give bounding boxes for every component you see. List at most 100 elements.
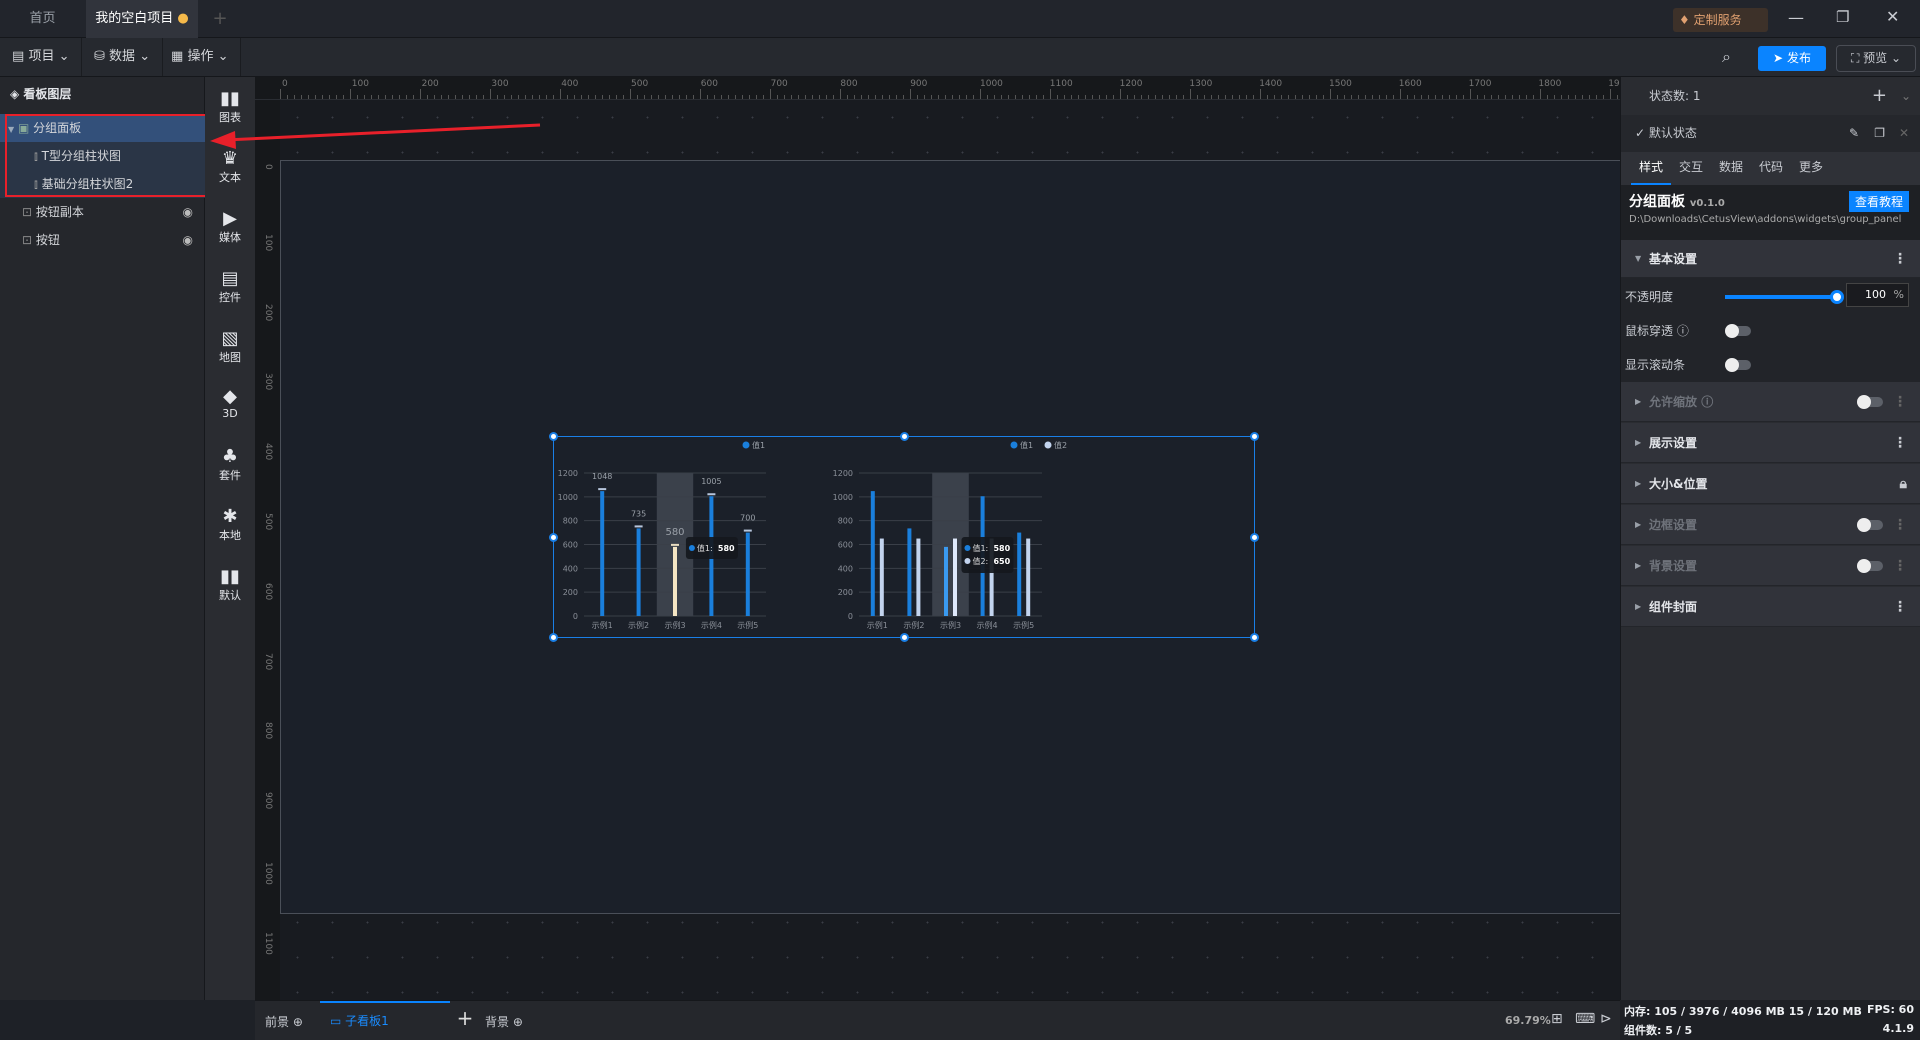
- zoom-level[interactable]: 69.79%: [1505, 1014, 1551, 1027]
- tab-1[interactable]: 交互: [1671, 152, 1711, 185]
- opacity-slider[interactable]: [1725, 290, 1844, 304]
- ruler-label: 100: [351, 79, 369, 89]
- delete-icon[interactable]: ✕: [1899, 115, 1909, 152]
- resize-handle[interactable]: [549, 432, 558, 441]
- tooltip-name: 值1:: [972, 543, 988, 553]
- section-allow-zoom[interactable]: ▶ 允许缩放 ⓘ ⋮: [1621, 382, 1920, 422]
- tab-home[interactable]: 首页: [0, 0, 85, 38]
- background-toggle[interactable]: [1857, 559, 1883, 573]
- resize-handle[interactable]: [549, 633, 558, 642]
- more-icon[interactable]: ⋮: [1893, 423, 1907, 463]
- subboard-tab[interactable]: ▭ 子看板1: [320, 1001, 450, 1040]
- opacity-input[interactable]: 100%: [1846, 283, 1909, 307]
- add-circle-icon[interactable]: ⊕: [513, 1015, 523, 1029]
- more-icon[interactable]: ⋮: [1893, 382, 1907, 422]
- foreground-tab[interactable]: 前景 ⊕: [265, 1013, 303, 1030]
- default-state-row[interactable]: ✓ 默认状态 ✎ ❐ ✕: [1621, 115, 1920, 152]
- show-scrollbar-toggle[interactable]: [1725, 358, 1751, 372]
- border-toggle[interactable]: [1857, 518, 1883, 532]
- lock-icon[interactable]: 🔒︎: [1900, 464, 1907, 504]
- layer-button-copy[interactable]: ⊡ 按钮副本 ◉: [0, 198, 205, 226]
- custom-service-button[interactable]: ♦ 定制服务: [1673, 8, 1768, 32]
- copy-icon[interactable]: ❐: [1874, 115, 1885, 152]
- section-display[interactable]: ▶ 展示设置 ⋮: [1621, 423, 1920, 463]
- more-icon[interactable]: ⋮: [1893, 546, 1907, 586]
- ruler-label: 700: [263, 652, 273, 670]
- fit-screen-icon[interactable]: ⊞: [1551, 1011, 1563, 1027]
- resize-handle[interactable]: [549, 533, 558, 542]
- publish-button[interactable]: ➤ 发布: [1758, 46, 1826, 71]
- section-border[interactable]: ▶ 边框设置 ⋮: [1621, 505, 1920, 545]
- tooltip-name: 值1:: [697, 543, 713, 553]
- project-menu[interactable]: ▤ 项目 ⌄: [0, 38, 83, 76]
- section-basic[interactable]: ▼ 基本设置 ⋮: [1621, 240, 1920, 278]
- help-icon: ⓘ: [1701, 395, 1714, 409]
- resize-handle[interactable]: [900, 432, 909, 441]
- widget-default[interactable]: ▮▮ 默认: [205, 567, 255, 603]
- restore-button[interactable]: ❐: [1836, 8, 1849, 26]
- section-size-position[interactable]: ▶ 大小&位置 🔒︎: [1621, 464, 1920, 504]
- y-tick-label: 1200: [833, 469, 853, 478]
- keyboard-icon[interactable]: ⌨: [1575, 1011, 1595, 1027]
- data-label: 735: [631, 509, 646, 518]
- resize-handle[interactable]: [1250, 633, 1259, 642]
- layer-label: 按钮副本: [35, 205, 84, 219]
- section-label: 组件封面: [1649, 600, 1698, 614]
- x-tick-label: 示例3: [940, 620, 961, 630]
- layer-button[interactable]: ⊡ 按钮 ◉: [0, 226, 205, 254]
- chevron-down-icon[interactable]: ⌄: [1901, 77, 1911, 115]
- ruler-label: 800: [840, 79, 858, 89]
- widget-text[interactable]: ♛ 文本: [205, 149, 255, 185]
- tab-3[interactable]: 代码: [1751, 152, 1791, 185]
- allow-zoom-toggle[interactable]: [1857, 395, 1883, 409]
- operate-menu[interactable]: ▦ 操作 ⌄: [159, 38, 242, 76]
- widget-map[interactable]: ▧ 地图: [205, 329, 255, 365]
- ruler-label: 900: [910, 79, 928, 89]
- search-icon[interactable]: ⌕: [1722, 47, 1731, 67]
- add-state-button[interactable]: +: [1872, 77, 1887, 115]
- preview-button[interactable]: ⛶ 预览 ⌄: [1836, 45, 1916, 72]
- mouse-through-toggle[interactable]: [1725, 324, 1751, 338]
- tab-project[interactable]: 我的空白项目 ●: [86, 0, 198, 38]
- hidden-eye-icon[interactable]: ◉: [183, 198, 193, 226]
- tab-0[interactable]: 样式: [1631, 152, 1671, 185]
- close-button[interactable]: ✕: [1886, 7, 1899, 26]
- fps-status: FPS: 60: [1866, 1003, 1914, 1016]
- hidden-eye-icon[interactable]: ◉: [183, 226, 193, 254]
- background-tab[interactable]: 背景 ⊕: [485, 1013, 523, 1030]
- terminal-icon[interactable]: ⊳: [1600, 1011, 1612, 1027]
- preview-label: 预览: [1863, 51, 1888, 65]
- widget-kit[interactable]: ♣ 套件: [205, 447, 255, 483]
- section-cover[interactable]: ▶ 组件封面 ⋮: [1621, 587, 1920, 627]
- widget-local[interactable]: ✱ 本地: [205, 507, 255, 543]
- widget-media[interactable]: ▶ 媒体: [205, 209, 255, 245]
- widget-control[interactable]: ▤ 控件: [205, 269, 255, 305]
- widget-bar: ▮▮ 图表 ♛ 文本 ▶ 媒体 ▤ 控件 ▧ 地图 ◆ 3D ♣ 套件 ✱ 本地 ▮▮ 默认: [205, 77, 255, 1000]
- y-tick-label: 1000: [833, 493, 853, 502]
- more-icon[interactable]: ⋮: [1893, 240, 1907, 278]
- data-label: 580: [665, 527, 684, 538]
- ruler-label: 800: [263, 722, 273, 740]
- section-background[interactable]: ▶ 背景设置 ⋮: [1621, 546, 1920, 586]
- tutorial-button[interactable]: 查看教程: [1848, 191, 1909, 212]
- opacity-slider-thumb[interactable]: [1830, 290, 1844, 304]
- x-tick-label: 示例1: [867, 620, 888, 630]
- resize-handle[interactable]: [900, 633, 909, 642]
- resize-handle[interactable]: [1250, 533, 1259, 542]
- widget-3d[interactable]: ◆ 3D: [205, 387, 255, 421]
- group-panel-selection[interactable]: 0 200 400 600 800 1000 1200 示例1 示例2 示例3 示例4 示例5 1048…: [549, 432, 1259, 642]
- tooltip-marker: [964, 545, 971, 551]
- edit-icon[interactable]: ✎: [1849, 115, 1859, 152]
- new-tab-button[interactable]: +: [205, 0, 235, 38]
- tab-2[interactable]: 数据: [1711, 152, 1751, 185]
- resize-handle[interactable]: [1250, 432, 1259, 441]
- add-subboard-button[interactable]: +: [450, 1006, 480, 1030]
- tab-4[interactable]: 更多: [1791, 152, 1831, 185]
- add-circle-icon[interactable]: ⊕: [293, 1015, 303, 1029]
- section-label: 边框设置: [1649, 518, 1698, 532]
- minimize-button[interactable]: —: [1788, 8, 1804, 27]
- more-icon[interactable]: ⋮: [1893, 587, 1907, 627]
- data-menu[interactable]: ⛁ 数据 ⌄: [82, 38, 164, 76]
- more-icon[interactable]: ⋮: [1893, 505, 1907, 545]
- x-tick-label: 示例2: [628, 620, 649, 630]
